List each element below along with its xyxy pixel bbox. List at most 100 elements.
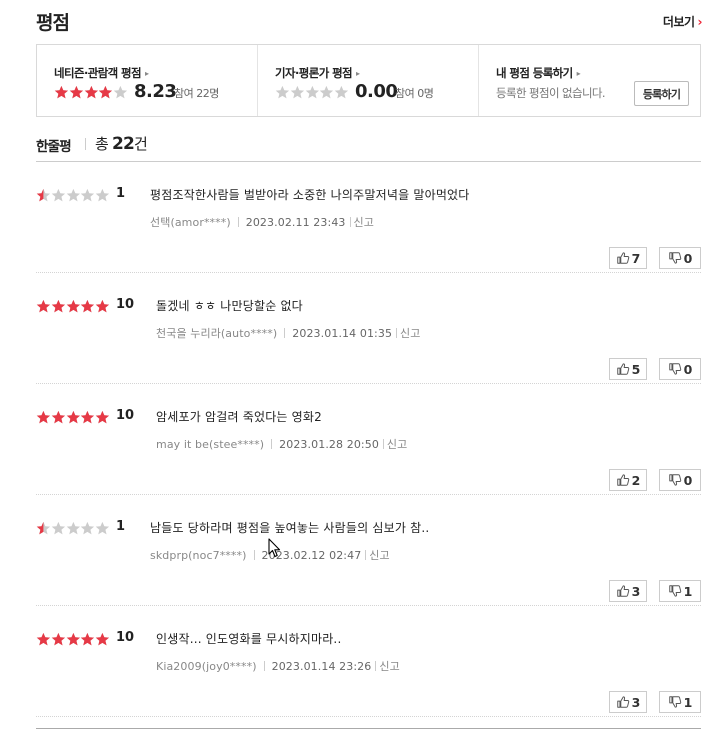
one-line-review-header: 한줄평 총 22건 [36, 130, 701, 162]
thumb-down-icon [668, 363, 681, 375]
divider [271, 439, 273, 449]
star-icon [95, 632, 110, 647]
like-button[interactable]: 2 [609, 469, 647, 491]
report-link[interactable]: 신고 [354, 216, 374, 229]
report-link[interactable]: 신고 [387, 438, 407, 451]
divider [375, 661, 377, 671]
star-icon [36, 632, 51, 647]
like-button[interactable]: 7 [609, 247, 647, 269]
star-icon [319, 85, 334, 100]
review-meta: Kia2009(joy0****) 2023.01.14 23:26 신고 [156, 658, 400, 674]
dislike-count: 1 [683, 583, 693, 599]
thumb-down-icon [668, 474, 681, 486]
dislike-button[interactable]: 1 [659, 580, 701, 602]
like-count: 2 [631, 472, 641, 488]
star-icon [80, 188, 95, 203]
dislike-button[interactable]: 1 [659, 691, 701, 713]
audience-score: 8.23 [134, 81, 177, 102]
my-rating: 내 평점 등록하기 ▸ 등록한 평점이 없습니다. 등록하기 [479, 45, 700, 116]
review-score: 10 [116, 297, 135, 312]
review-author[interactable]: Kia2009(joy0****) [156, 660, 257, 673]
my-rating-label[interactable]: 내 평점 등록하기 ▸ [496, 65, 581, 81]
dislike-count: 1 [683, 694, 693, 710]
divider [36, 728, 701, 729]
review-item: 1 남들도 당하라며 평점을 높여놓는 사람들의 심보가 참.. skdprp(no… [36, 495, 701, 606]
like-button[interactable]: 3 [609, 691, 647, 713]
star-icon [51, 299, 66, 314]
review-score: 10 [116, 630, 135, 645]
report-link[interactable]: 신고 [400, 327, 420, 340]
star-icon [36, 299, 51, 314]
critics-rating-label[interactable]: 기자·평론가 평점 ▸ [275, 65, 360, 81]
arrow-right-icon: ▸ [145, 69, 149, 78]
critics-stars [275, 83, 349, 101]
my-rating-message: 등록한 평점이 없습니다. [496, 86, 606, 100]
dislike-button[interactable]: 0 [659, 358, 701, 380]
review-author[interactable]: may it be(stee****) [156, 438, 264, 451]
review-score: 1 [116, 519, 126, 534]
like-count: 3 [631, 694, 641, 710]
star-icon [305, 85, 320, 100]
arrow-right-icon: ▸ [576, 69, 581, 78]
review-item: 1 평점조작한사람들 벌받아라 소중한 나의주말저녁을 말아먹었다선택(amor*… [36, 162, 701, 273]
page-title: 평점 [36, 12, 70, 34]
star-icon [95, 299, 110, 314]
divider [253, 550, 255, 560]
divider [85, 138, 86, 150]
thumb-up-icon [616, 474, 629, 486]
review-meta: may it be(stee****) 2023.01.28 20:50 신고 [156, 436, 407, 452]
review-text: 평점조작한사람들 벌받아라 소중한 나의주말저녁을 말아먹었다 [150, 188, 470, 202]
like-count: 3 [631, 583, 641, 599]
audience-rating-label[interactable]: 네티즌·관람객 평점 ▸ [54, 65, 149, 81]
review-date: 2023.01.14 01:35 [292, 327, 393, 340]
review-date: 2023.01.28 20:50 [279, 438, 379, 451]
star-icon [51, 632, 66, 647]
thumb-down-icon [668, 252, 681, 264]
star-icon [66, 521, 81, 536]
chevron-right-icon: › [697, 15, 703, 29]
dislike-button[interactable]: 0 [659, 469, 701, 491]
report-link[interactable]: 신고 [379, 660, 399, 673]
review-total: 총 22건 [95, 134, 148, 154]
more-label: 더보기 [662, 15, 695, 29]
star-icon [66, 632, 81, 647]
more-link[interactable]: 더보기 › [662, 13, 703, 30]
review-meta: 천국을 누리라(auto****) 2023.01.14 01:35 신고 [156, 325, 421, 341]
star-icon [84, 85, 99, 100]
audience-count: 참여 22명 [174, 87, 219, 100]
divider [396, 328, 398, 338]
star-icon [66, 188, 81, 203]
star-icon [113, 85, 128, 100]
thumb-down-icon [668, 696, 681, 708]
dislike-button[interactable]: 0 [659, 247, 701, 269]
review-meta: 선택(amor****) 2023.02.11 23:43 신고 [150, 214, 374, 230]
divider [284, 328, 286, 338]
rating-summary: 네티즌·관람객 평점 ▸ 8.23 참여 22명 기자·평론가 평점 ▸ 0.00 … [36, 44, 701, 117]
star-icon [95, 188, 110, 203]
like-button[interactable]: 3 [609, 580, 647, 602]
review-author[interactable]: 천국을 누리라(auto****) [156, 327, 277, 340]
thumb-up-icon [616, 363, 629, 375]
star-icon [36, 410, 51, 425]
review-item: 10 돌겠네 ㅎㅎ 나만당할순 없다천국을 누리라(auto****) 2023.0… [36, 273, 701, 384]
review-author[interactable]: skdprp(noc7****) [150, 549, 247, 562]
star-icon [98, 85, 113, 100]
audience-rating: 네티즌·관람객 평점 ▸ 8.23 참여 22명 [37, 45, 258, 116]
star-icon [80, 521, 95, 536]
star-icon [51, 188, 66, 203]
review-text: 돌겠네 ㅎㅎ 나만당할순 없다 [156, 299, 303, 313]
register-rating-button[interactable]: 등록하기 [634, 81, 689, 106]
star-icon [80, 299, 95, 314]
review-score: 1 [116, 186, 126, 201]
review-author[interactable]: 선택(amor****) [150, 216, 231, 229]
star-icon [275, 85, 290, 100]
star-icon [95, 521, 110, 536]
review-total-count: 22 [111, 134, 135, 154]
divider [237, 217, 239, 227]
dislike-count: 0 [683, 472, 693, 488]
mouse-cursor-icon [268, 538, 281, 558]
critics-rating: 기자·평론가 평점 ▸ 0.00 참여 0명 [258, 45, 479, 116]
thumb-down-icon [668, 585, 681, 597]
like-button[interactable]: 5 [609, 358, 647, 380]
report-link[interactable]: 신고 [369, 549, 389, 562]
